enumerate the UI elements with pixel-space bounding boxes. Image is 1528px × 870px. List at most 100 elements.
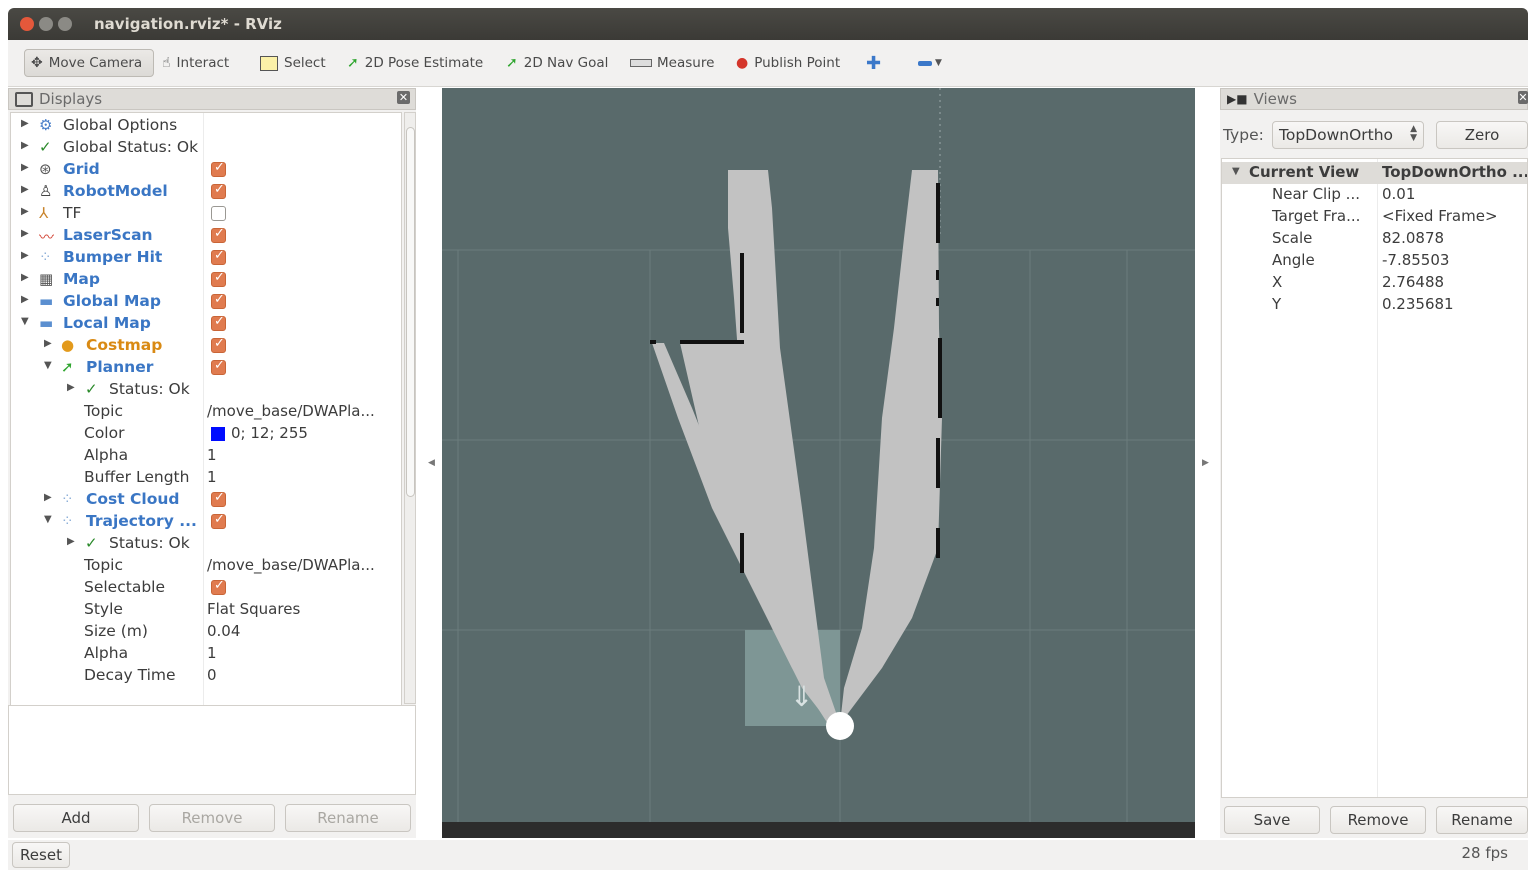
tree-row-planner-buffer-length[interactable]: Buffer Length 1 (11, 467, 401, 489)
remove-tool-button[interactable]: ▼ (918, 49, 942, 77)
close-panel-icon[interactable]: ✕ (1518, 91, 1528, 104)
property-value[interactable]: 0 (207, 666, 217, 684)
view-prop-angle[interactable]: Angle -7.85503 (1222, 250, 1527, 272)
property-value[interactable]: 0.235681 (1382, 295, 1454, 313)
tree-row-global-status[interactable]: ▶ ✓ Global Status: Ok (11, 137, 401, 159)
expand-arrow-icon[interactable]: ▶ (21, 118, 29, 129)
view-prop-y[interactable]: Y 0.235681 (1222, 294, 1527, 316)
tree-row-planner[interactable]: ▼ ➚ Planner (11, 357, 401, 379)
tree-row-planner-status[interactable]: ▶ ✓ Status: Ok (11, 379, 401, 401)
expand-arrow-icon[interactable]: ▶ (21, 140, 29, 151)
tool-2d-nav-goal[interactable]: ➚ 2D Nav Goal (506, 49, 608, 77)
tree-row-style[interactable]: Style Flat Squares (11, 599, 401, 621)
property-value[interactable]: -7.85503 (1382, 251, 1449, 269)
property-value[interactable]: Flat Squares (207, 600, 300, 618)
grid-checkbox[interactable] (211, 160, 226, 177)
displays-scrollbar[interactable] (404, 112, 416, 704)
property-value[interactable]: 1 (207, 644, 217, 662)
tree-row-trajectory-status[interactable]: ▶ ✓ Status: Ok (11, 533, 401, 555)
rename-view-button[interactable]: Rename (1436, 806, 1528, 834)
view-prop-scale[interactable]: Scale 82.0878 (1222, 228, 1527, 250)
tf-checkbox[interactable] (211, 206, 226, 221)
tree-row-size[interactable]: Size (m) 0.04 (11, 621, 401, 643)
tool-select[interactable]: Select (260, 49, 326, 77)
collapse-arrow-icon[interactable]: ▼ (21, 316, 29, 327)
minimize-window-button[interactable] (39, 17, 53, 31)
tree-row-bumper-hit[interactable]: ▶ ⁘ Bumper Hit (11, 247, 401, 269)
tree-row-planner-color[interactable]: Color 0; 12; 255 (11, 423, 401, 445)
render-3d-view[interactable]: ⇓ (442, 88, 1195, 838)
property-value[interactable]: 0; 12; 255 (231, 424, 308, 442)
view-prop-target-frame[interactable]: Target Fra... <Fixed Frame> (1222, 206, 1527, 228)
expand-arrow-icon[interactable]: ▶ (21, 294, 29, 305)
view-prop-near-clip[interactable]: Near Clip ... 0.01 (1222, 184, 1527, 206)
tree-row-map[interactable]: ▶ ▦ Map (11, 269, 401, 291)
property-value[interactable]: <Fixed Frame> (1382, 207, 1498, 225)
expand-arrow-icon[interactable]: ▶ (44, 338, 52, 349)
tree-row-laserscan[interactable]: ▶ 〰 LaserScan (11, 225, 401, 247)
property-value[interactable]: 0.04 (207, 622, 240, 640)
splitter-left-arrow-icon[interactable]: ◀ (428, 458, 435, 468)
tool-move-camera[interactable]: ✥ Move Camera (24, 49, 154, 77)
tree-row-local-map[interactable]: ▼ ▬ Local Map (11, 313, 401, 335)
tree-row-trajectory[interactable]: ▼ ⁘ Trajectory ... (11, 511, 401, 533)
tree-row-planner-alpha[interactable]: Alpha 1 (11, 445, 401, 467)
tree-row-cost-cloud[interactable]: ▶ ⁘ Cost Cloud (11, 489, 401, 511)
property-value[interactable]: 82.0878 (1382, 229, 1444, 247)
reset-button[interactable]: Reset (12, 842, 70, 868)
view-prop-x[interactable]: X 2.76488 (1222, 272, 1527, 294)
tree-row-selectable[interactable]: Selectable (11, 577, 401, 599)
view-type-select[interactable]: TopDownOrtho ▲ ▼ (1272, 121, 1424, 149)
current-view-row[interactable]: ▼ Current View TopDownOrtho ... (1222, 162, 1527, 184)
expand-arrow-icon[interactable]: ▶ (21, 206, 29, 217)
tree-row-planner-topic[interactable]: Topic /move_base/DWAPla... (11, 401, 401, 423)
zero-view-button[interactable]: Zero (1436, 121, 1528, 149)
planner-checkbox[interactable] (211, 358, 226, 375)
tree-row-robotmodel[interactable]: ▶ ♙ RobotModel (11, 181, 401, 203)
maximize-window-button[interactable] (58, 17, 72, 31)
costmap-checkbox[interactable] (211, 336, 226, 353)
collapse-arrow-icon[interactable]: ▼ (1232, 166, 1240, 177)
trajectory-checkbox[interactable] (211, 512, 226, 529)
tool-measure[interactable]: Measure (630, 49, 714, 77)
laserscan-checkbox[interactable] (211, 226, 226, 243)
property-value[interactable]: 0.01 (1382, 185, 1415, 203)
expand-arrow-icon[interactable]: ▶ (21, 228, 29, 239)
expand-arrow-icon[interactable]: ▶ (21, 250, 29, 261)
expand-arrow-icon[interactable]: ▶ (21, 162, 29, 173)
tree-row-tf[interactable]: ▶ ⅄ TF (11, 203, 401, 225)
collapse-arrow-icon[interactable]: ▼ (44, 360, 52, 371)
tree-row-trajectory-topic[interactable]: Topic /move_base/DWAPla... (11, 555, 401, 577)
expand-arrow-icon[interactable]: ▶ (21, 272, 29, 283)
map-checkbox[interactable] (211, 270, 226, 287)
property-value[interactable]: /move_base/DWAPla... (207, 556, 375, 574)
collapse-arrow-icon[interactable]: ▼ (44, 514, 52, 525)
expand-arrow-icon[interactable]: ▶ (44, 492, 52, 503)
splitter-right-arrow-icon[interactable]: ▶ (1202, 458, 1209, 468)
property-value[interactable]: 1 (207, 446, 217, 464)
scrollbar-thumb[interactable] (406, 127, 415, 497)
close-panel-icon[interactable]: ✕ (397, 91, 410, 104)
rename-display-button[interactable]: Rename (285, 804, 411, 832)
property-value[interactable]: 1 (207, 468, 217, 486)
expand-arrow-icon[interactable]: ▶ (67, 536, 75, 547)
expand-arrow-icon[interactable]: ▶ (67, 382, 75, 393)
robotmodel-checkbox[interactable] (211, 182, 226, 199)
remove-view-button[interactable]: Remove (1330, 806, 1426, 834)
tree-row-trajectory-alpha[interactable]: Alpha 1 (11, 643, 401, 665)
tree-row-costmap[interactable]: ▶ ● Costmap (11, 335, 401, 357)
property-value[interactable]: 2.76488 (1382, 273, 1444, 291)
tree-row-global-map[interactable]: ▶ ▬ Global Map (11, 291, 401, 313)
cost-cloud-checkbox[interactable] (211, 490, 226, 507)
tree-row-grid[interactable]: ▶ ⊛ Grid (11, 159, 401, 181)
tool-2d-pose-estimate[interactable]: ➚ 2D Pose Estimate (347, 49, 483, 77)
global-map-checkbox[interactable] (211, 292, 226, 309)
bumper-hit-checkbox[interactable] (211, 248, 226, 265)
add-display-button[interactable]: Add (13, 804, 139, 832)
remove-display-button[interactable]: Remove (149, 804, 275, 832)
selectable-checkbox[interactable] (211, 578, 226, 595)
close-window-button[interactable] (20, 17, 34, 31)
color-swatch[interactable] (211, 427, 225, 441)
tool-interact[interactable]: ☝ Interact (162, 49, 229, 77)
property-value[interactable]: /move_base/DWAPla... (207, 402, 375, 420)
